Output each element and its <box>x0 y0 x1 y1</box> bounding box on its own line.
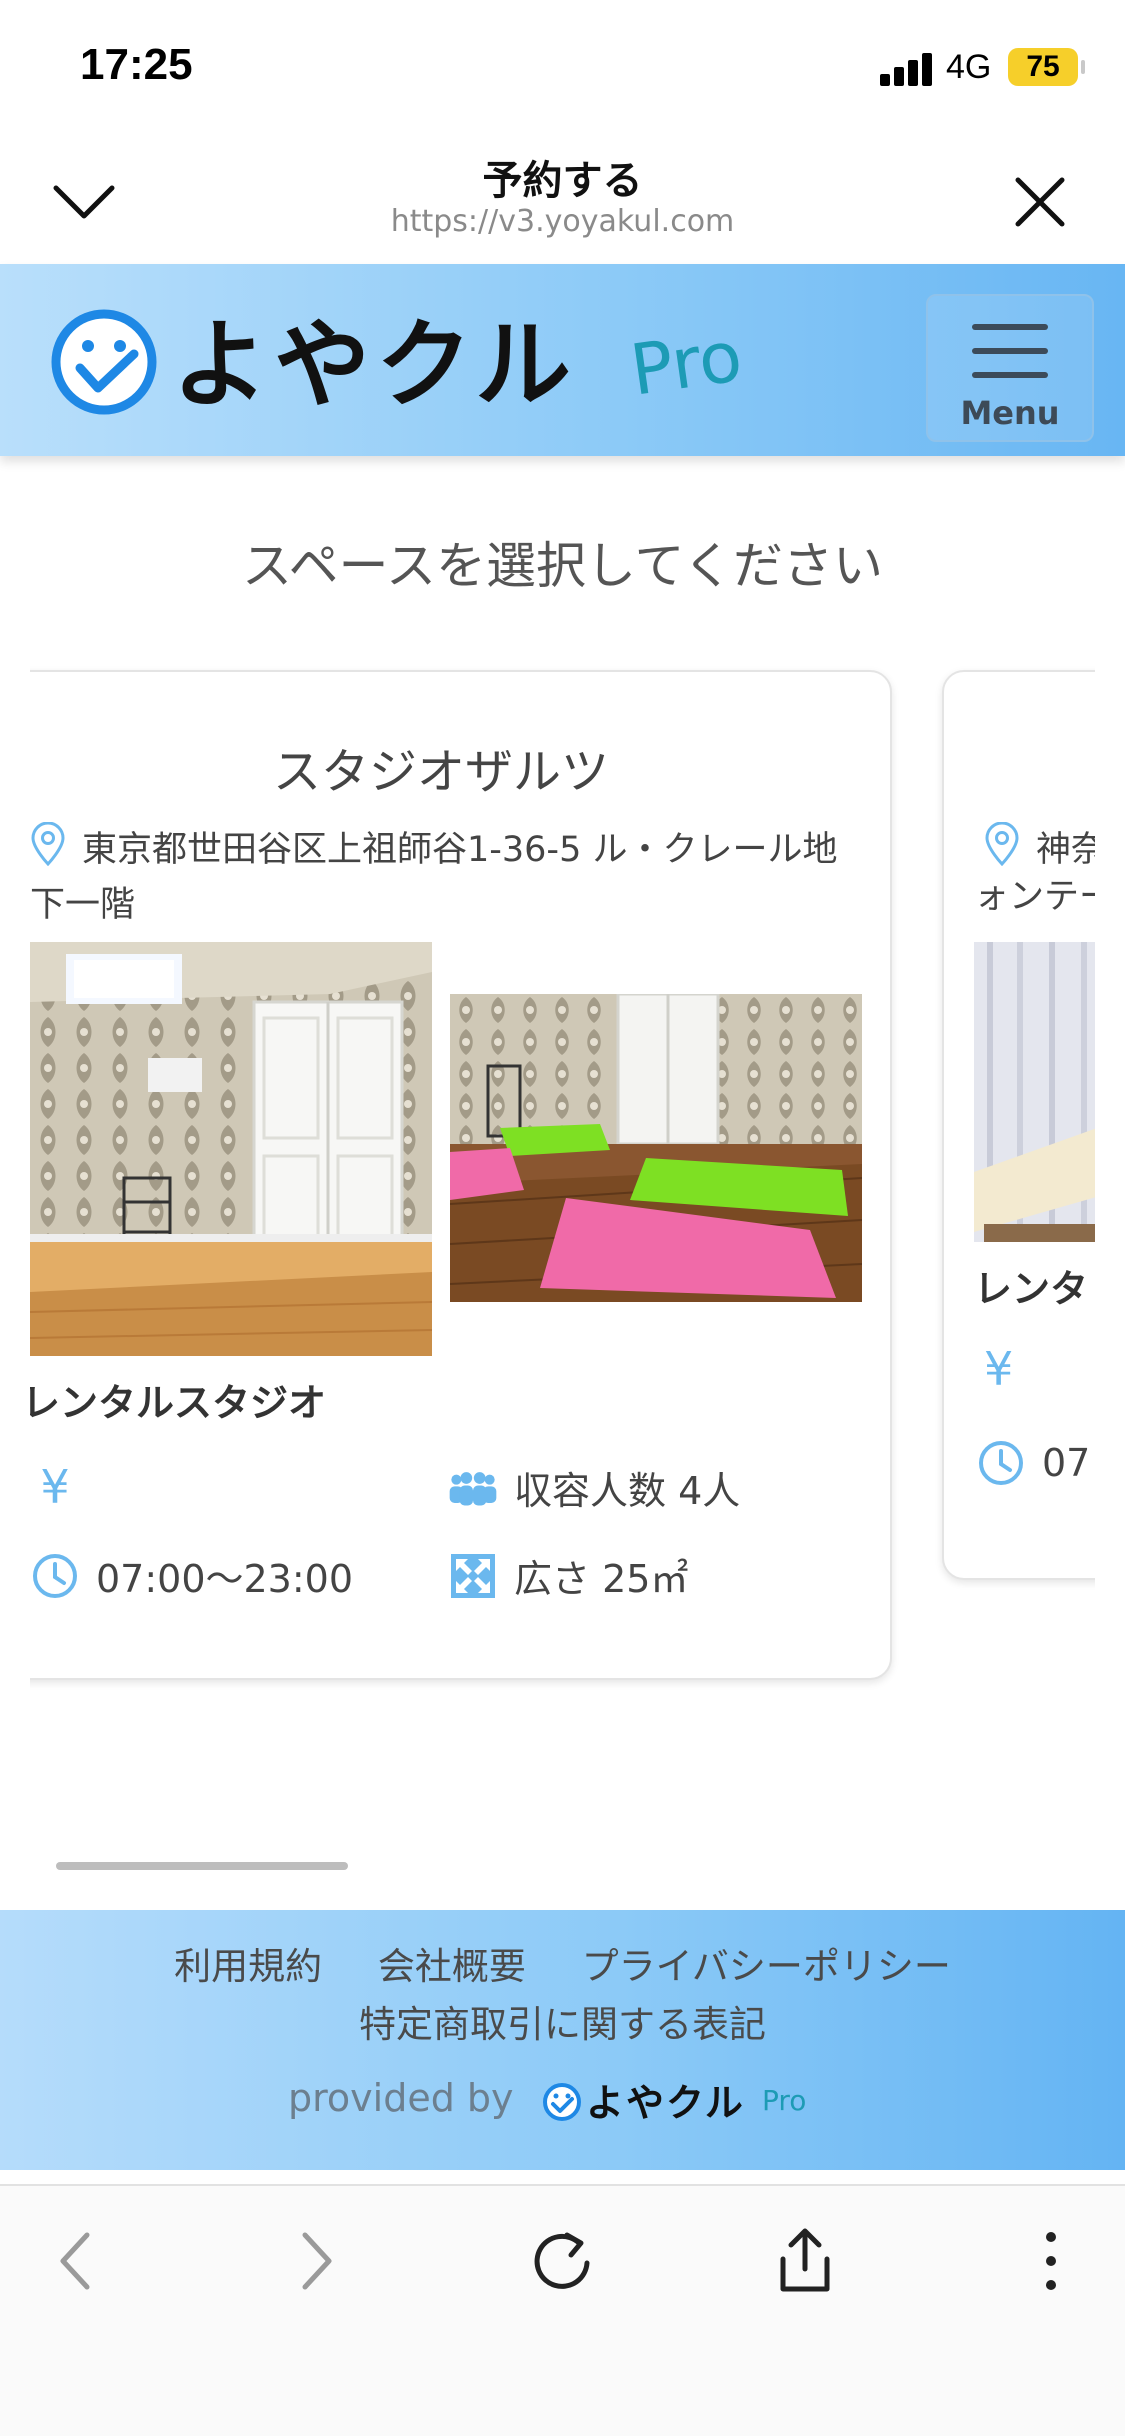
price-row: ¥ <box>30 1460 96 1514</box>
people-icon <box>448 1463 498 1513</box>
area-text: 広さ 25㎡ <box>514 1557 689 1601</box>
carousel-scrollbar[interactable] <box>56 1862 348 1870</box>
hours-row: 07 <box>976 1438 1090 1488</box>
studio-photo-room[interactable] <box>30 942 432 1356</box>
provided-by-text: provided by <box>288 2076 514 2120</box>
browser-header: 予約する https://v3.yoyakul.com <box>0 132 1125 264</box>
space-type: レンタルスタジオ <box>30 1381 327 1425</box>
page-title: 予約する <box>482 158 643 204</box>
clock-icon <box>30 1551 80 1601</box>
hours-text: 07 <box>1042 1441 1091 1485</box>
clock-icon <box>976 1438 1026 1488</box>
space-title: スタジオザルツ <box>272 744 609 800</box>
address-text: 東京都世田谷区上祖師谷1-36-5 ル・クレール地下一階 <box>30 830 838 925</box>
terms-link[interactable]: 利用規約 <box>174 1945 322 1988</box>
space-card[interactable]: スタジオザルツ 東京都世田谷区上祖師谷1-36-5 ル・クレール地下一階 レンタ… <box>30 670 892 1680</box>
site-footer: 利用規約 会社概要 プライバシーポリシー 特定商取引に関する表記 provide… <box>0 1910 1125 2170</box>
capacity-text: 収容人数 4人 <box>514 1469 741 1513</box>
yen-icon: ¥ <box>984 1342 1014 1396</box>
svg-text:よやクル: よやクル <box>586 2081 745 2125</box>
logo-text: よやクル <box>172 309 577 421</box>
capacity-row: 収容人数 4人 <box>448 1460 740 1515</box>
menu-button[interactable]: Menu <box>926 294 1094 442</box>
browser-toolbar <box>0 2184 1125 2436</box>
space-type: レンタ <box>974 1267 1089 1311</box>
svg-text:Pro: Pro <box>762 2084 806 2117</box>
space-card[interactable]: 神奈 ォンテー レンタ ¥ 07 <box>942 670 1095 1580</box>
address-line2: ォンテー <box>974 877 1095 917</box>
privacy-link[interactable]: プライバシーポリシー <box>582 1945 951 1988</box>
menu-label: Menu <box>960 394 1060 432</box>
forward-icon[interactable] <box>272 2216 362 2306</box>
site-logo[interactable]: よやクル Pro <box>48 294 808 424</box>
space-photo[interactable] <box>974 942 1095 1242</box>
footer-links: 利用規約 会社概要 プライバシーポリシー <box>0 1936 1125 1990</box>
hours-text: 07:00〜23:00 <box>96 1557 354 1601</box>
site-header: よやクル Pro Menu <box>0 264 1125 456</box>
close-icon[interactable] <box>1000 162 1080 242</box>
studio-photo-mats[interactable] <box>450 994 862 1302</box>
share-icon[interactable] <box>760 2216 850 2306</box>
signal-icon <box>880 52 936 86</box>
status-bar: 17:25 4G 75 <box>0 0 1125 132</box>
area-row: 広さ 25㎡ <box>448 1548 688 1603</box>
address-text: 神奈 <box>1036 830 1095 870</box>
page-heading: スペースを選択してください <box>242 537 883 595</box>
back-icon[interactable] <box>30 2216 120 2306</box>
page-url: https://v3.yoyakul.com <box>390 204 735 239</box>
more-icon[interactable] <box>1006 2216 1096 2306</box>
status-time: 17:25 <box>80 40 193 89</box>
hamburger-icon <box>972 324 1048 396</box>
network-type: 4G <box>946 48 992 86</box>
commerce-law-link[interactable]: 特定商取引に関する表記 <box>0 1994 1125 2048</box>
address-row: 東京都世田谷区上祖師谷1-36-5 ル・クレール地下一階 <box>30 821 860 930</box>
battery-icon: 75 <box>1008 48 1085 86</box>
yen-icon: ¥ <box>40 1460 70 1514</box>
logo-sub: Pro <box>626 315 747 412</box>
hours-row: 07:00〜23:00 <box>30 1548 353 1603</box>
location-pin-icon <box>30 821 66 880</box>
company-link[interactable]: 会社概要 <box>378 1945 526 1988</box>
expand-icon <box>448 1551 498 1601</box>
footer-logo[interactable]: よやクル Pro <box>540 2070 830 2130</box>
space-carousel[interactable]: スタジオザルツ 東京都世田谷区上祖師谷1-36-5 ル・クレール地下一階 レンタ… <box>30 660 1095 1700</box>
reload-icon[interactable] <box>518 2216 608 2306</box>
